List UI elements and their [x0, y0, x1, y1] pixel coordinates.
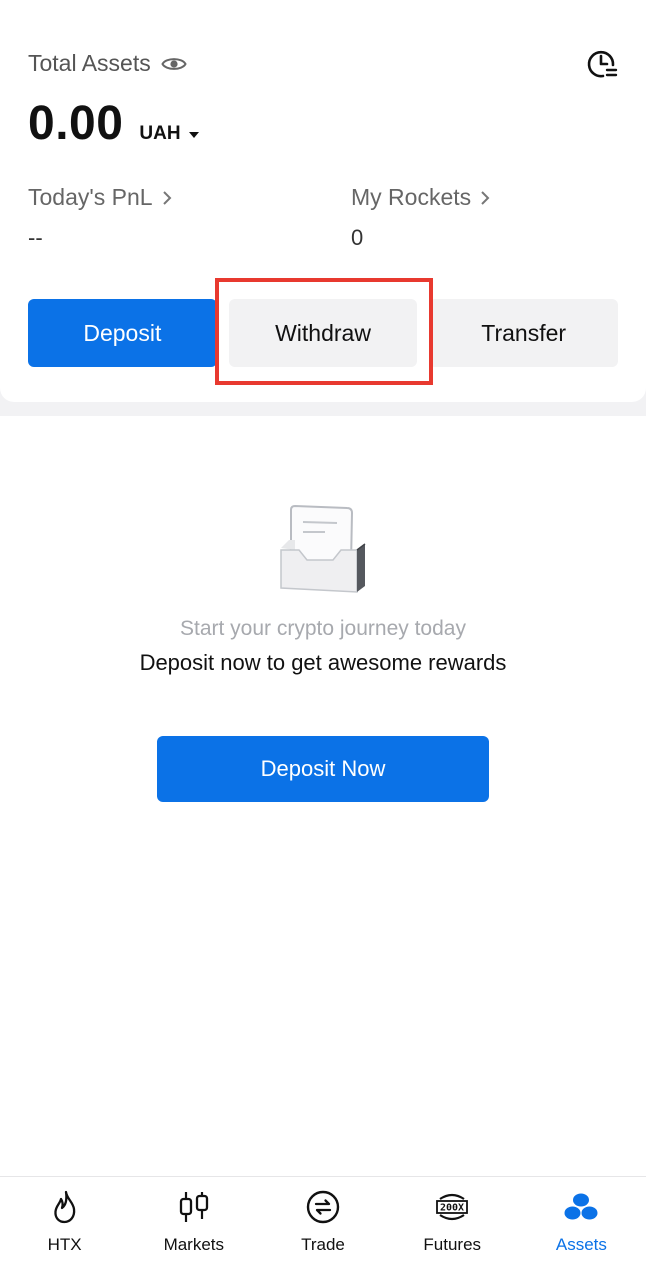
- deposit-now-button[interactable]: Deposit Now: [157, 736, 489, 802]
- nav-label-assets: Assets: [555, 1235, 607, 1254]
- futures-200x-icon: 200X: [434, 1189, 470, 1225]
- deposit-button[interactable]: Deposit: [28, 299, 217, 367]
- nav-item-assets[interactable]: Assets: [517, 1177, 646, 1280]
- my-rockets-label: My Rockets: [351, 184, 472, 210]
- flame-icon: [47, 1189, 83, 1225]
- nav-item-htx[interactable]: HTX: [0, 1177, 129, 1280]
- svg-text:200X: 200X: [440, 1203, 464, 1214]
- todays-pnl-label: Today's PnL: [28, 184, 153, 210]
- empty-state-message: Deposit now to get awesome rewards: [139, 650, 507, 675]
- action-buttons: Deposit Withdraw Transfer: [28, 299, 619, 367]
- assets-icon: [563, 1189, 599, 1225]
- empty-state-subtitle: Start your crypto journey today: [180, 617, 466, 640]
- nav-label-htx: HTX: [47, 1235, 82, 1254]
- assets-page: Total Assets 0.00 UAH Today's PnL -- My …: [0, 0, 646, 1280]
- currency-label: UAH: [139, 123, 181, 144]
- total-assets-label: Total Assets: [28, 50, 151, 76]
- nav-label-trade: Trade: [301, 1235, 345, 1254]
- swap-icon: [305, 1189, 341, 1225]
- empty-inbox-icon: [273, 504, 373, 600]
- assets-summary-card: Total Assets 0.00 UAH Today's PnL -- My …: [0, 0, 646, 402]
- assets-content: Start your crypto journey today Deposit …: [0, 416, 646, 1176]
- withdraw-button[interactable]: Withdraw: [228, 299, 418, 367]
- todays-pnl[interactable]: Today's PnL --: [28, 184, 173, 251]
- nav-item-trade[interactable]: Trade: [258, 1177, 387, 1280]
- balance-row: 0.00 UAH: [28, 96, 199, 151]
- candlestick-icon: [176, 1189, 212, 1225]
- nav-item-markets[interactable]: Markets: [129, 1177, 258, 1280]
- eye-icon[interactable]: [161, 51, 187, 77]
- chevron-right-icon: [161, 190, 173, 206]
- todays-pnl-value: --: [28, 225, 43, 250]
- history-icon[interactable]: [586, 48, 618, 80]
- nav-label-futures: Futures: [423, 1235, 482, 1254]
- currency-selector[interactable]: UAH: [139, 123, 199, 145]
- caret-down-icon: [188, 132, 199, 138]
- total-balance: 0.00: [28, 97, 124, 150]
- total-assets-row: Total Assets: [28, 50, 187, 77]
- nav-label-markets: Markets: [163, 1235, 225, 1254]
- my-rockets[interactable]: My Rockets 0: [351, 184, 491, 251]
- my-rockets-value: 0: [351, 225, 364, 250]
- chevron-right-icon: [479, 190, 491, 206]
- nav-item-futures[interactable]: 200X Futures: [388, 1177, 517, 1280]
- transfer-button[interactable]: Transfer: [429, 299, 619, 367]
- bottom-nav: HTX Markets Trade 200X Futures Assets: [0, 1176, 646, 1280]
